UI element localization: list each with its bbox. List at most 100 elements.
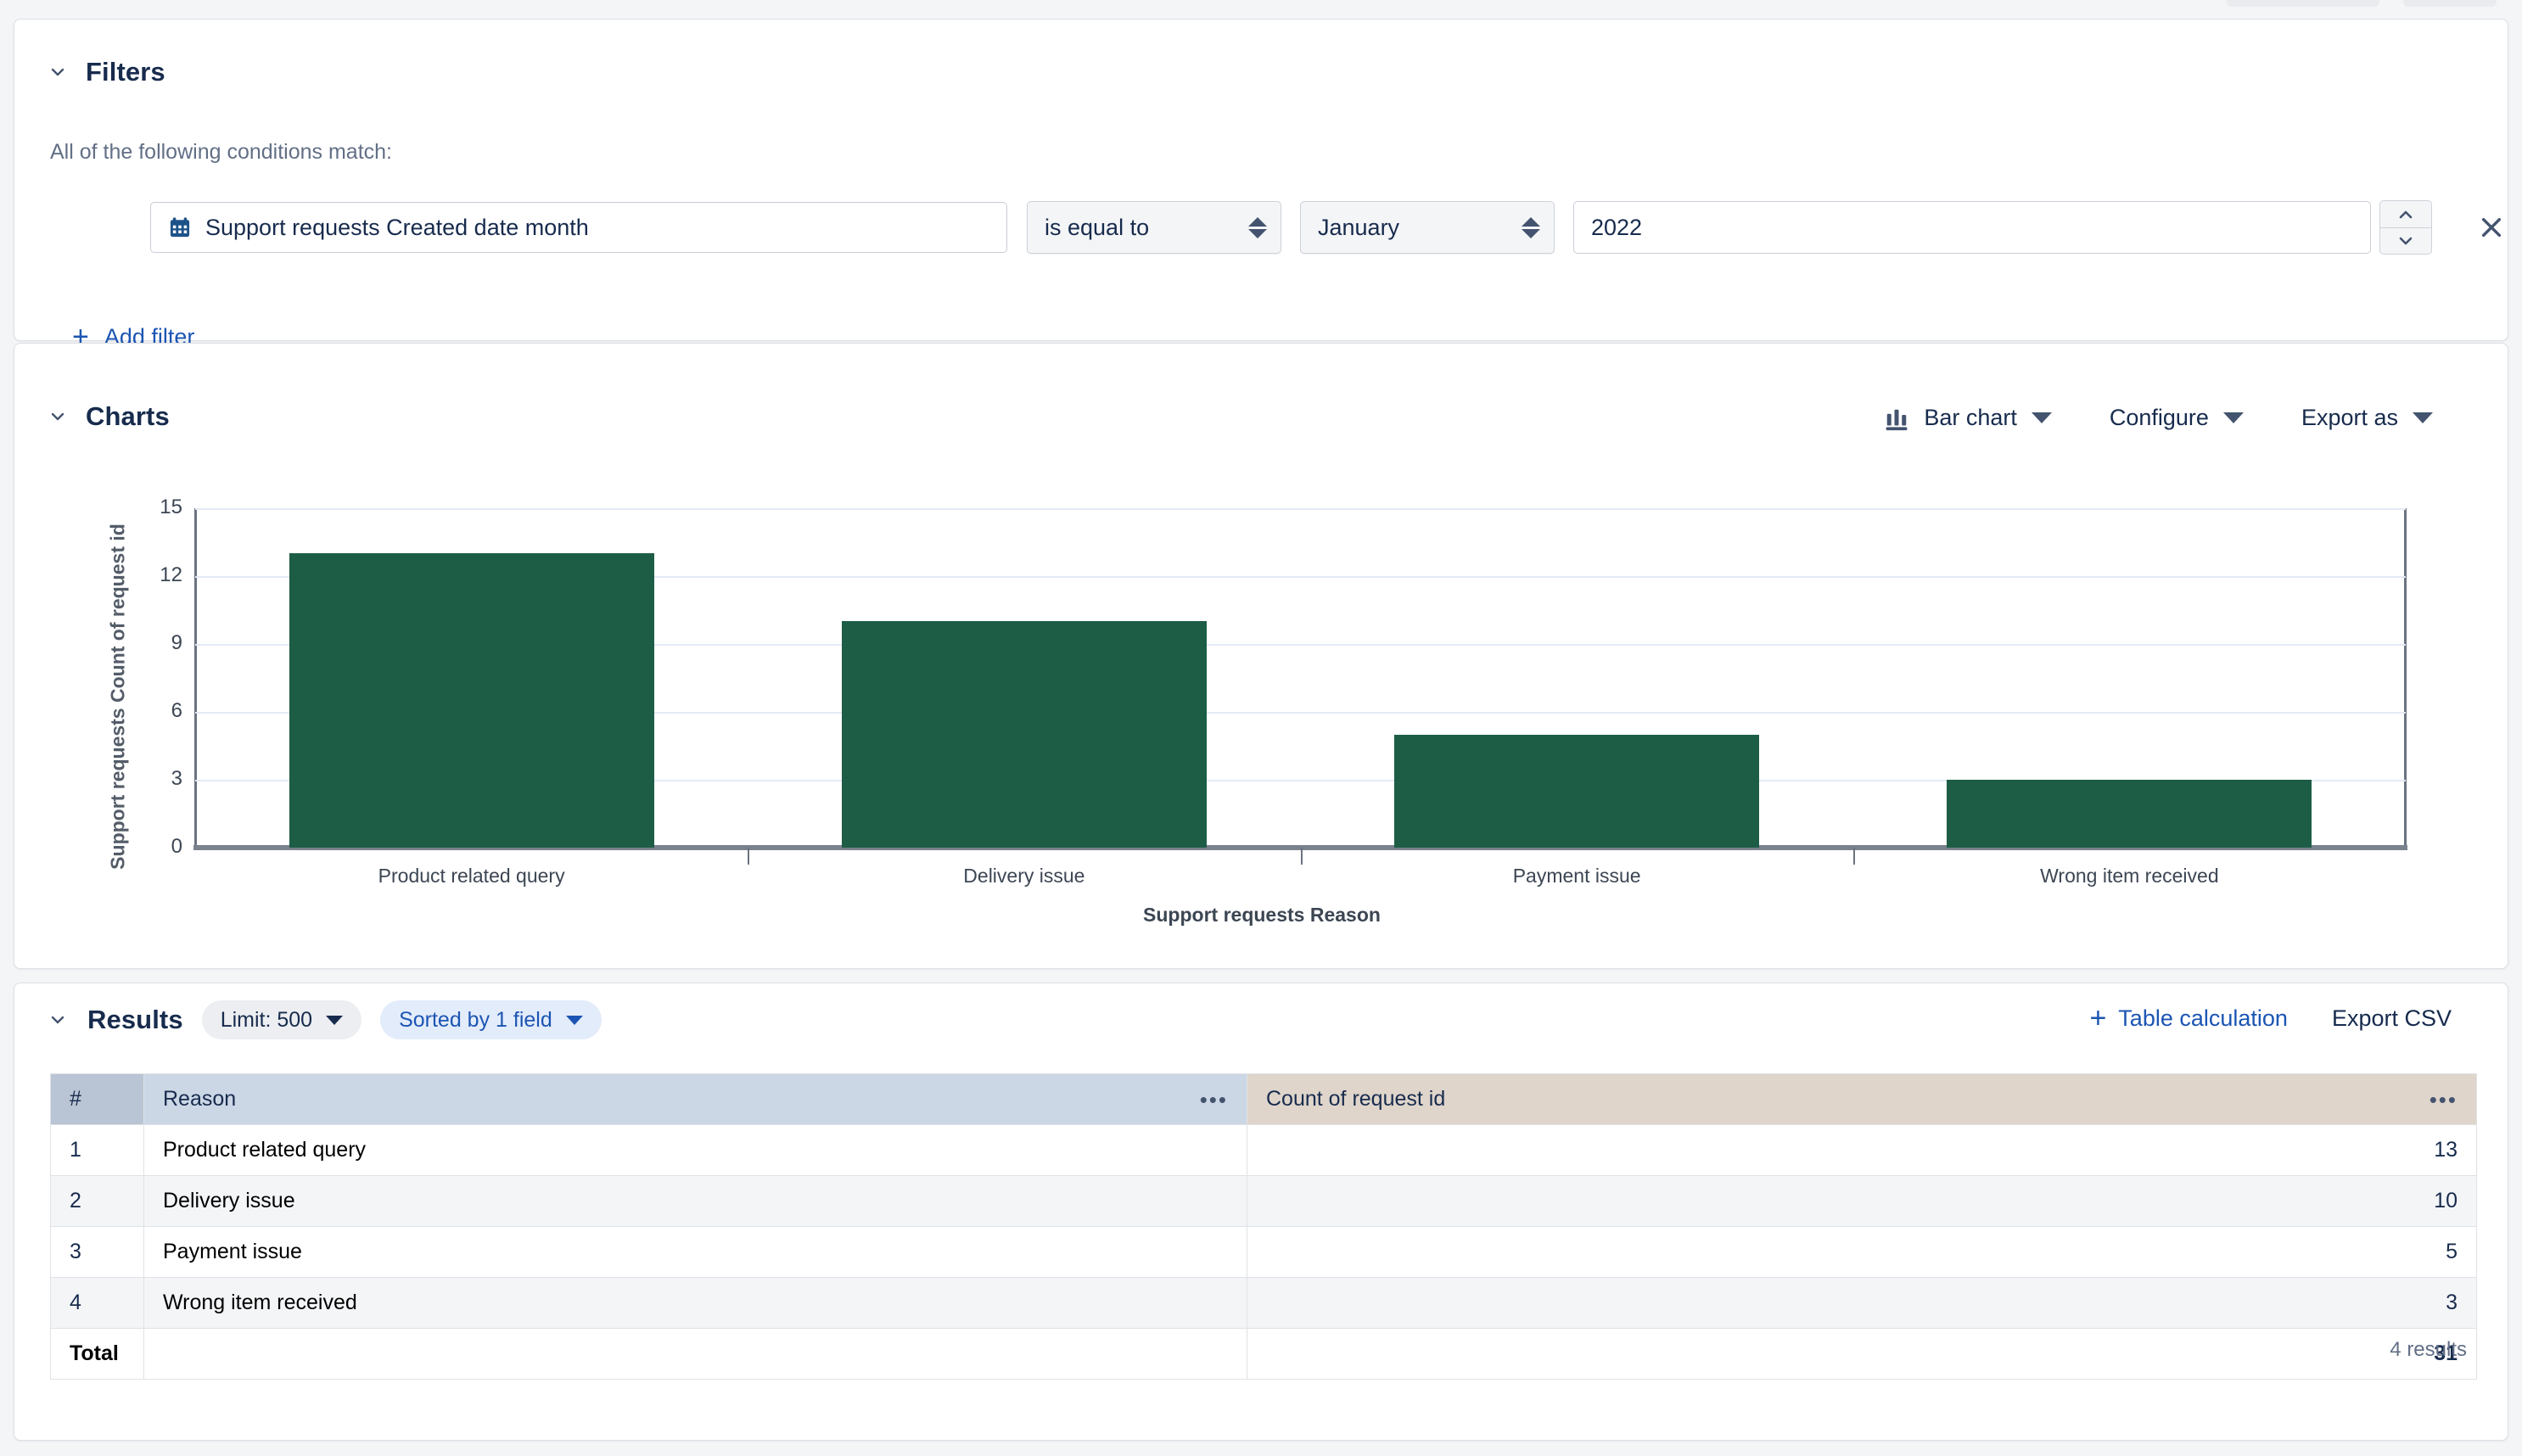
cell-index: 3: [50, 1226, 144, 1278]
filter-row: Support requests Created date month is e…: [150, 200, 2510, 255]
cell-reason: Payment issue: [143, 1226, 1247, 1278]
cell-reason: Wrong item received: [143, 1277, 1247, 1329]
y-axis-line: [194, 508, 197, 848]
table-calculation-label: Table calculation: [2118, 1005, 2288, 1031]
limit-label: Limit: 500: [220, 1007, 313, 1032]
gridline: [195, 508, 2406, 510]
table-header-row: # Reason ••• Count of request id •••: [50, 1073, 2477, 1125]
table-row[interactable]: 2 Delivery issue 10: [50, 1175, 2477, 1227]
filter-field-value: Support requests Created date month: [205, 214, 589, 240]
caret-down-icon: [2031, 412, 2052, 423]
y-tick-label: 3: [171, 767, 182, 790]
year-stepper[interactable]: [2379, 200, 2432, 255]
table-row[interactable]: 3 Payment issue 5: [50, 1226, 2477, 1278]
ghost-button-2: [2403, 0, 2497, 7]
filter-month-value: January: [1318, 214, 1400, 240]
table-calculation-button[interactable]: + Table calculation: [2089, 1004, 2288, 1033]
table-total-row: Total 31: [50, 1328, 2477, 1380]
y-tick-label: 15: [160, 496, 182, 518]
cell-count: 10: [1247, 1175, 2477, 1227]
export-csv-button[interactable]: Export CSV: [2332, 1005, 2467, 1032]
cell-index: 2: [50, 1175, 144, 1227]
x-tick-mark: [748, 848, 750, 865]
cell-count: 3: [1247, 1277, 2477, 1329]
results-title: Results: [87, 1005, 183, 1034]
x-tick-label: Wrong item received: [2040, 865, 2219, 887]
export-as-label: Export as: [2301, 405, 2398, 430]
cell-reason: Product related query: [143, 1124, 1247, 1176]
chart-type-button[interactable]: Bar chart: [1855, 405, 2081, 431]
filters-title: Filters: [86, 57, 165, 87]
chevron-down-icon[interactable]: [47, 406, 69, 428]
results-header: Results Limit: 500 Sorted by 1 field: [47, 1000, 602, 1039]
results-panel: Results Limit: 500 Sorted by 1 field + T…: [14, 983, 2508, 1441]
configure-label: Configure: [2109, 405, 2209, 430]
results-toolbar: + Table calculation Export CSV: [2089, 1004, 2467, 1033]
column-header-index[interactable]: #: [50, 1073, 144, 1125]
charts-header: Charts: [47, 401, 170, 432]
chevron-updown-icon: [1522, 213, 1540, 242]
column-header-reason[interactable]: Reason •••: [143, 1073, 1247, 1125]
results-table: # Reason ••• Count of request id ••• 1 Pr…: [50, 1073, 2477, 1380]
table-row[interactable]: 1 Product related query 13: [50, 1124, 2477, 1176]
column-header-count[interactable]: Count of request id •••: [1247, 1073, 2477, 1125]
bar-chart-icon: [1884, 406, 1909, 430]
explore-page: Filters All of the following conditions …: [0, 0, 2522, 1456]
bar[interactable]: [289, 553, 654, 848]
calendar-icon: [168, 216, 192, 239]
filter-year-value: 2022: [1591, 214, 1643, 240]
filter-operator-value: is equal to: [1045, 214, 1150, 240]
filters-header: Filters: [47, 57, 165, 87]
results-count: 4 results: [2390, 1338, 2467, 1361]
year-increment-button[interactable]: [2379, 200, 2432, 227]
x-tick-label: Payment issue: [1512, 865, 1641, 887]
remove-filter-button[interactable]: [2473, 209, 2510, 246]
caret-down-icon: [565, 1015, 583, 1025]
bar[interactable]: [1947, 780, 2312, 848]
chart-x-axis-label: Support requests Reason: [1143, 904, 1381, 926]
sorted-label: Sorted by 1 field: [399, 1007, 552, 1032]
column-header-count-label: Count of request id: [1266, 1087, 1446, 1111]
x-tick-label: Delivery issue: [963, 865, 1085, 887]
caret-down-icon: [2222, 412, 2244, 423]
x-tick-mark: [1300, 848, 1303, 865]
y-tick-label: 12: [160, 563, 182, 586]
filters-panel: Filters All of the following conditions …: [14, 19, 2510, 351]
sort-selector[interactable]: Sorted by 1 field: [380, 1000, 602, 1039]
filter-operator-select[interactable]: is equal to: [1027, 201, 1281, 254]
bar-chart: Support requests Count of request id 036…: [14, 488, 2509, 929]
cutoff-toolbar-ghosts: [2227, 0, 2497, 7]
cell-count: 13: [1247, 1124, 2477, 1176]
plus-icon: +: [2089, 1002, 2107, 1034]
filter-year-input[interactable]: 2022: [1573, 201, 2371, 254]
chevron-updown-icon: [1248, 213, 1267, 242]
limit-selector[interactable]: Limit: 500: [201, 1000, 362, 1039]
caret-down-icon: [326, 1015, 344, 1025]
caret-down-icon: [2413, 412, 2433, 423]
chart-type-label: Bar chart: [1924, 405, 2017, 430]
cell-reason: Delivery issue: [143, 1175, 1247, 1227]
column-header-reason-label: Reason: [163, 1087, 237, 1111]
y-tick-label: 0: [171, 835, 182, 858]
filter-field-selector[interactable]: Support requests Created date month: [150, 202, 1007, 253]
charts-toolbar: Bar chart Configure Export as: [1855, 405, 2462, 431]
x-tick-mark: [1852, 848, 1855, 865]
x-tick-label: Product related query: [378, 865, 565, 887]
chevron-down-icon[interactable]: [47, 1009, 69, 1031]
bar[interactable]: [841, 621, 1207, 848]
conditions-label: All of the following conditions match:: [50, 140, 392, 164]
y-tick-label: 6: [171, 699, 182, 722]
table-row[interactable]: 4 Wrong item received 3: [50, 1277, 2477, 1329]
y-axis-right-line: [2404, 508, 2407, 848]
charts-title: Charts: [86, 401, 170, 431]
filter-month-select[interactable]: January: [1300, 201, 1555, 254]
bar[interactable]: [1394, 734, 1760, 848]
total-blank: [143, 1328, 1247, 1380]
configure-button[interactable]: Configure: [2081, 405, 2273, 431]
year-decrement-button[interactable]: [2379, 227, 2432, 255]
cell-index: 1: [50, 1124, 144, 1176]
charts-panel: Charts Bar chart Configure Export as Sup…: [14, 343, 2508, 969]
cell-count: 5: [1247, 1226, 2477, 1278]
chevron-down-icon[interactable]: [47, 61, 69, 83]
export-as-button[interactable]: Export as: [2273, 405, 2462, 431]
